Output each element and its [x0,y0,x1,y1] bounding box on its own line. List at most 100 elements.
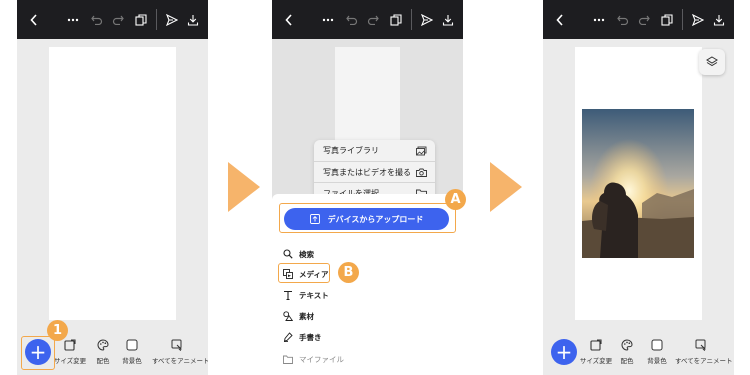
redo-icon [638,15,650,25]
redo-icon [112,15,124,25]
more-dots-icon [322,18,334,21]
animate-all-icon [695,339,707,351]
download-icon [187,14,199,26]
redo-icon [367,15,379,25]
undo-icon [91,15,103,25]
bottom-toolbar: + サイズ変更 配色 背景色 すべてをアニメート [543,329,734,375]
palette-icon [621,339,633,351]
menu-item-label: 検索 [299,249,314,259]
toolbar-divider [411,9,412,30]
more-button[interactable] [591,0,607,39]
editor-toolbar [543,0,734,39]
download-icon [442,14,454,26]
phone-screen-step-1: + サイズ変更 配色 背景色 すべてをアニメート 1 [17,0,208,375]
download-button[interactable] [440,0,456,39]
pages-button[interactable] [388,0,404,39]
tool-background-color-label: 背景色 [122,357,142,365]
download-button[interactable] [185,0,201,39]
text-icon [284,290,292,300]
background-color-icon [126,339,138,351]
redo-button[interactable] [110,0,126,39]
back-button[interactable] [25,0,43,39]
tool-background-color[interactable]: 背景色 [637,339,677,365]
step-badge-a: A [445,189,466,210]
popover-item-label: 写真またはビデオを撮る [323,167,411,177]
pages-icon [390,13,402,26]
undo-button[interactable] [89,0,105,39]
design-canvas[interactable] [335,47,400,147]
chevron-left-icon [556,13,563,26]
next-step-arrow [490,162,522,212]
share-button[interactable] [690,0,706,39]
more-button[interactable] [65,0,81,39]
menu-item-label: テキスト [299,290,329,300]
menu-item-my-files[interactable]: マイファイル [283,352,344,366]
download-icon [713,14,725,26]
back-button[interactable] [551,0,569,39]
layers-icon [706,56,718,67]
undo-icon [617,15,629,25]
background-color-icon [651,339,663,351]
design-canvas[interactable] [49,47,176,320]
share-button[interactable] [164,0,180,39]
toolbar-divider [682,9,683,30]
undo-icon [346,15,358,25]
popover-item-label: 写真ライブラリ [323,146,379,155]
send-icon [421,13,433,26]
redo-button[interactable] [636,0,652,39]
add-button[interactable]: + [551,339,577,365]
editor-toolbar [17,0,208,39]
photo-library-icon [416,146,427,155]
popover-item-camera[interactable]: 写真またはビデオを撮る [314,161,435,182]
plus-icon: + [555,340,573,364]
folder-icon [283,355,293,364]
download-button[interactable] [711,0,727,39]
menu-item-label: 素材 [299,311,314,321]
resize-icon [590,339,602,351]
share-button[interactable] [419,0,435,39]
menu-item-draw[interactable]: 手書き [283,330,322,344]
design-canvas[interactable] [575,47,702,320]
tool-animate-all-label: すべてをアニメート [152,357,208,365]
back-button[interactable] [280,0,298,39]
callout-box-a [279,203,456,233]
undo-button[interactable] [344,0,360,39]
uploaded-photo[interactable] [582,109,694,258]
palette-icon [97,339,109,351]
more-dots-icon [67,18,79,21]
popover-item-photo-library[interactable]: 写真ライブラリ [314,140,435,161]
undo-button[interactable] [615,0,631,39]
pages-icon [661,13,673,26]
chevron-left-icon [285,13,292,26]
tool-background-color[interactable]: 背景色 [112,339,152,365]
tool-animate-all[interactable]: すべてをアニメート [152,339,208,365]
phone-screen-step-3: + サイズ変更 配色 背景色 すべてをアニメート [543,0,734,375]
tool-animate-all-label: すべてをアニメート [675,357,733,365]
layers-button[interactable] [699,49,725,75]
elements-icon [283,311,293,321]
tool-animate-all[interactable]: すべてをアニメート [675,339,733,365]
redo-button[interactable] [365,0,381,39]
menu-item-text[interactable]: テキスト [283,288,329,302]
more-dots-icon [593,18,605,21]
menu-item-search[interactable]: 検索 [283,247,314,261]
menu-item-label: マイファイル [299,354,344,364]
toolbar-divider [156,9,157,30]
pages-button[interactable] [659,0,675,39]
callout-box-step-1 [21,336,55,370]
phone-screen-step-2: 写真ライブラリ 写真またはビデオを撮る ファイルを選択 デバイスからアップロード… [272,0,463,375]
callout-box-b [278,263,330,283]
menu-item-elements[interactable]: 素材 [283,309,314,323]
pages-icon [135,13,147,26]
resize-icon [64,339,76,351]
tutorial-stage: + サイズ変更 配色 背景色 すべてをアニメート 1 写真ライブラリ 写真または… [0,0,750,375]
send-icon [166,13,178,26]
draw-icon [283,332,293,342]
more-button[interactable] [320,0,336,39]
chevron-left-icon [30,13,37,26]
step-badge-1: 1 [47,320,68,341]
tool-background-color-label: 背景色 [647,357,667,365]
menu-item-label: 手書き [299,332,322,342]
pages-button[interactable] [133,0,149,39]
send-icon [692,13,704,26]
